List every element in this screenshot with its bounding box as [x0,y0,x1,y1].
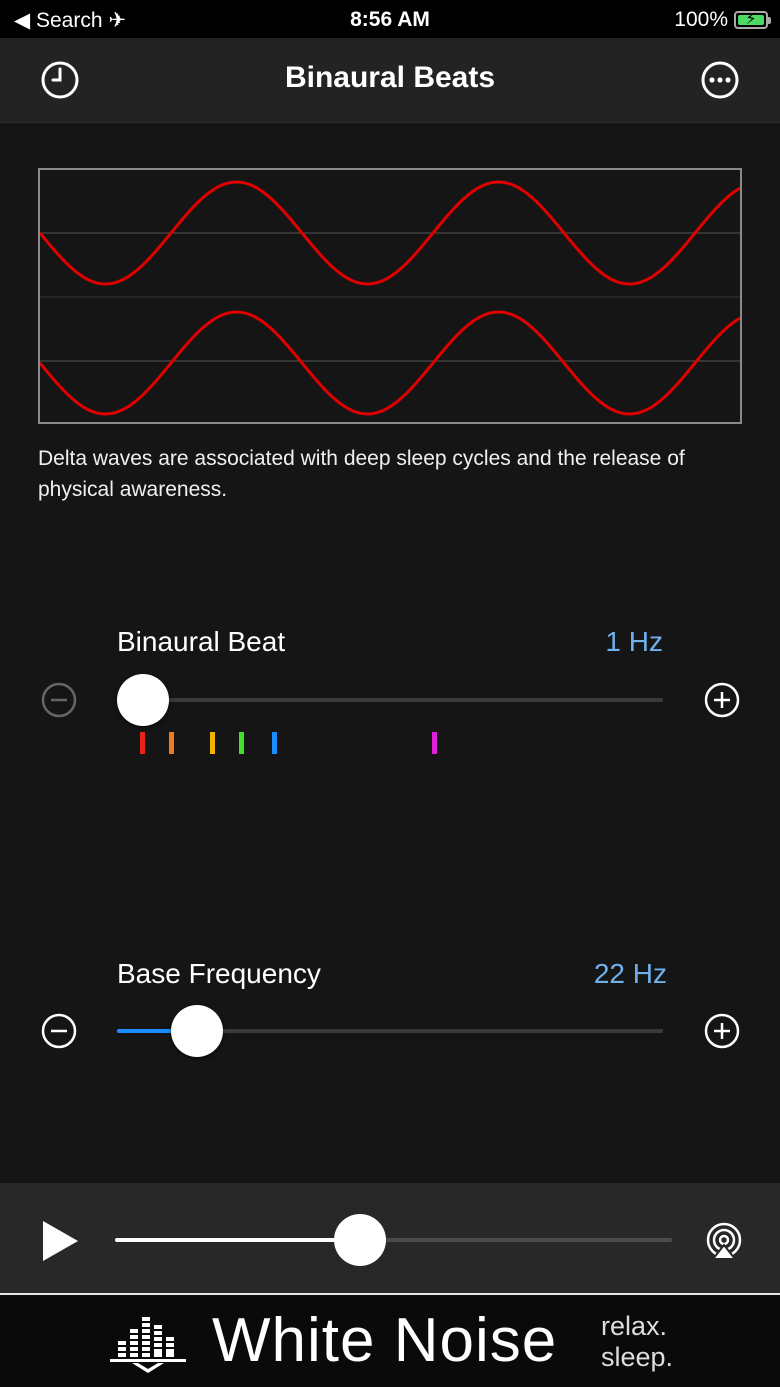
page-title: Binaural Beats [284,61,496,94]
more-options-icon[interactable] [698,58,742,102]
play-icon[interactable] [40,1221,80,1261]
base-frequency-increase-button[interactable] [703,1012,741,1050]
equalizer-logo-icon [108,1311,188,1373]
binaural-decrease-button[interactable] [40,681,78,719]
airplay-icon[interactable] [703,1221,745,1263]
status-bar: ◀ Search ✈ 8:56 AM 100% ⚡ [0,0,780,38]
battery-percent: 100% [674,8,728,31]
navigation-bar: Binaural Beats [0,38,780,123]
preset-tick-4[interactable] [239,732,244,754]
brand-name: White Noise [212,1306,558,1375]
volume-slider-thumb[interactable] [334,1214,387,1266]
waveform-display [38,168,742,424]
preset-tick-6[interactable] [432,732,437,754]
binaural-beat-label: Binaural Beat [117,626,286,657]
wave-description: Delta waves are associated with deep sle… [38,447,685,501]
right-channel-wave [40,310,740,416]
preset-tick-2[interactable] [169,732,174,754]
volume-slider-track[interactable] [115,1238,672,1242]
preset-tick-5[interactable] [272,732,277,754]
battery-charging-icon: ⚡ [734,11,771,29]
base-frequency-label: Base Frequency [117,958,321,989]
player-bar [0,1183,780,1293]
status-time: 8:56 AM [350,8,430,31]
base-frequency-decrease-button[interactable] [40,1012,78,1050]
tagline-sleep: sleep. [601,1342,674,1372]
binaural-increase-button[interactable] [703,681,741,719]
preset-tick-3[interactable] [210,732,215,754]
brand-tagline: relax. sleep. [601,1311,673,1373]
binaural-beat-slider-track[interactable] [117,698,663,702]
binaural-beat-value: 1 Hz [605,626,663,657]
preset-tick-1[interactable] [140,732,145,754]
tagline-relax: relax. [601,1311,668,1341]
volume-slider-fill [115,1238,361,1242]
base-frequency-value: 22 Hz [593,958,667,989]
binaural-beat-slider-thumb[interactable] [117,674,169,726]
brand-footer: White Noise relax. sleep. [0,1293,780,1387]
base-frequency-slider-thumb[interactable] [171,1005,224,1057]
